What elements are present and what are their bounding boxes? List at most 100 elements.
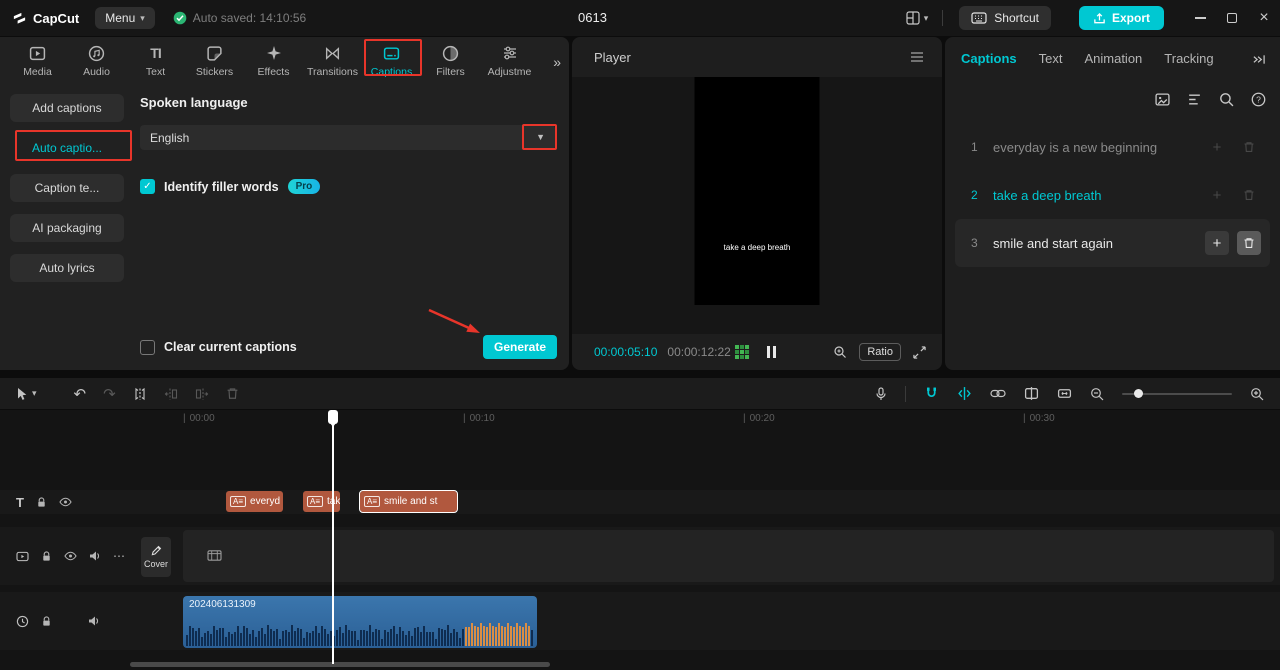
add-caption-icon[interactable]: +	[1205, 183, 1229, 207]
spoken-language-label: Spoken language	[140, 95, 248, 110]
more-tabs-icon[interactable]: »	[553, 54, 561, 70]
collapse-panel-icon[interactable]	[1252, 53, 1266, 66]
mute-icon[interactable]	[89, 550, 101, 562]
pause-button[interactable]	[767, 346, 776, 358]
tab-filters[interactable]: Filters	[421, 44, 480, 84]
auto-caption-icon: A≡	[230, 495, 247, 508]
sidebar-item-ai-packaging[interactable]: AI packaging	[10, 214, 124, 242]
zoom-out-icon[interactable]	[1090, 387, 1104, 401]
language-value: English	[150, 130, 190, 145]
redo-icon[interactable]: ↷	[103, 385, 116, 403]
record-voiceover-icon[interactable]	[875, 386, 887, 401]
add-caption-icon[interactable]: +	[1205, 135, 1229, 159]
tab-animation[interactable]: Animation	[1084, 51, 1142, 66]
delete-icon[interactable]	[226, 387, 239, 400]
tab-adjustment[interactable]: Adjustme	[480, 44, 539, 84]
add-caption-button[interactable]: +	[1205, 231, 1229, 255]
generate-button[interactable]: Generate	[483, 335, 557, 359]
edit-pencil-icon	[151, 545, 162, 556]
fullscreen-icon[interactable]	[913, 345, 926, 359]
more-options-icon[interactable]: ⋯	[113, 549, 125, 563]
filler-words-checkbox[interactable]: ✓	[140, 179, 155, 194]
eye-icon[interactable]	[64, 551, 77, 561]
tab-transitions[interactable]: Transitions	[303, 44, 362, 84]
tab-captions[interactable]: Captions	[362, 44, 421, 84]
tab-tracking[interactable]: Tracking	[1164, 51, 1213, 66]
timeline: | 00:00 | 00:10 | 00:20 | 00:30 T A≡ everyd …	[0, 410, 1280, 670]
adjustment-sliders-icon	[502, 44, 518, 62]
tab-text[interactable]: TI Text	[126, 44, 185, 84]
audio-clip[interactable]: 202406131309	[183, 596, 537, 648]
caption-clip[interactable]: A≡ everyd	[226, 491, 283, 512]
delete-caption-icon[interactable]	[1237, 135, 1261, 159]
zoom-in-icon[interactable]	[1250, 387, 1264, 401]
search-icon[interactable]	[1219, 92, 1234, 107]
sidebar-item-auto-captions[interactable]: Auto captio...	[10, 134, 124, 162]
timeline-zoom-slider[interactable]	[1122, 388, 1232, 398]
undo-icon[interactable]: ↶	[74, 385, 87, 403]
minimize-button[interactable]	[1184, 0, 1216, 36]
caption-clip-selected[interactable]: A≡ smile and st	[359, 490, 458, 513]
caption-row[interactable]: 1 everyday is a new beginning +	[955, 123, 1270, 171]
film-icon	[207, 549, 222, 562]
timeline-scrollbar[interactable]	[130, 662, 550, 667]
cover-button[interactable]: Cover	[141, 537, 171, 577]
maximize-button[interactable]	[1216, 0, 1248, 36]
video-clip[interactable]	[183, 530, 1274, 582]
lock-icon[interactable]	[36, 496, 47, 508]
lock-icon[interactable]	[41, 550, 52, 562]
sidebar-item-auto-lyrics[interactable]: Auto lyrics	[10, 254, 124, 282]
video-preview[interactable]: take a deep breath	[694, 77, 820, 305]
tab-effects[interactable]: Effects	[244, 44, 303, 84]
lock-icon[interactable]	[41, 615, 52, 627]
menu-button[interactable]: Menu ▾	[95, 7, 155, 29]
caption-row[interactable]: 2 take a deep breath +	[955, 171, 1270, 219]
delete-caption-icon[interactable]	[1237, 183, 1261, 207]
preview-axis-icon[interactable]	[1024, 386, 1039, 401]
mute-icon[interactable]	[88, 615, 100, 627]
export-button[interactable]: Export	[1078, 6, 1164, 30]
media-icon	[29, 44, 46, 62]
main-track-magnet-icon[interactable]	[924, 386, 939, 401]
player-menu-icon[interactable]	[910, 52, 924, 62]
trim-right-icon[interactable]	[195, 387, 209, 401]
split-icon[interactable]	[133, 387, 147, 401]
preview-zoom-icon[interactable]	[833, 345, 847, 359]
chevron-down-icon[interactable]: ▼	[536, 132, 545, 142]
export-image-icon[interactable]	[1155, 92, 1170, 107]
filters-icon	[442, 44, 459, 62]
tab-text-style[interactable]: Text	[1039, 51, 1063, 66]
language-select[interactable]: English ▼	[140, 125, 555, 150]
fit-timeline-icon[interactable]	[1057, 386, 1072, 401]
ratio-button[interactable]: Ratio	[859, 343, 901, 361]
playhead[interactable]	[328, 410, 338, 664]
tab-captions-list[interactable]: Captions	[961, 51, 1017, 66]
trim-left-icon[interactable]	[164, 387, 178, 401]
clear-captions-checkbox[interactable]	[140, 339, 155, 355]
eye-icon[interactable]	[59, 497, 72, 507]
sidebar-item-caption-templates[interactable]: Caption te...	[10, 174, 124, 202]
check-circle-icon	[173, 11, 187, 25]
close-button[interactable]: ×	[1248, 0, 1280, 36]
audio-clip-label: 202406131309	[189, 599, 256, 610]
link-clips-icon[interactable]	[990, 389, 1006, 398]
preview-quality-grid-icon[interactable]	[735, 345, 749, 359]
audio-track: 202406131309	[0, 592, 1280, 650]
batch-edit-icon[interactable]	[1187, 92, 1202, 107]
zoom-slider-handle[interactable]	[1134, 388, 1143, 398]
shortcut-button[interactable]: Shortcut	[959, 6, 1051, 30]
caption-row[interactable]: 3 smile and start again +	[955, 219, 1270, 267]
chevron-down-icon[interactable]: ▾	[32, 388, 37, 399]
layout-switcher[interactable]: ▾	[906, 11, 928, 25]
sidebar-item-add-captions[interactable]: Add captions	[10, 94, 124, 122]
help-icon[interactable]: ?	[1251, 92, 1266, 107]
delete-caption-button[interactable]	[1237, 231, 1261, 255]
auto-snap-icon[interactable]	[957, 386, 972, 401]
total-time: 00:00:12:22	[667, 345, 731, 359]
tab-audio[interactable]: Audio	[67, 44, 126, 84]
asset-tab-bar: Media Audio TI Text Stickers Effects Tra…	[0, 37, 569, 84]
select-tool-icon[interactable]	[16, 387, 28, 401]
tab-stickers[interactable]: Stickers	[185, 44, 244, 84]
sticker-icon	[206, 44, 223, 62]
tab-media[interactable]: Media	[8, 44, 67, 84]
